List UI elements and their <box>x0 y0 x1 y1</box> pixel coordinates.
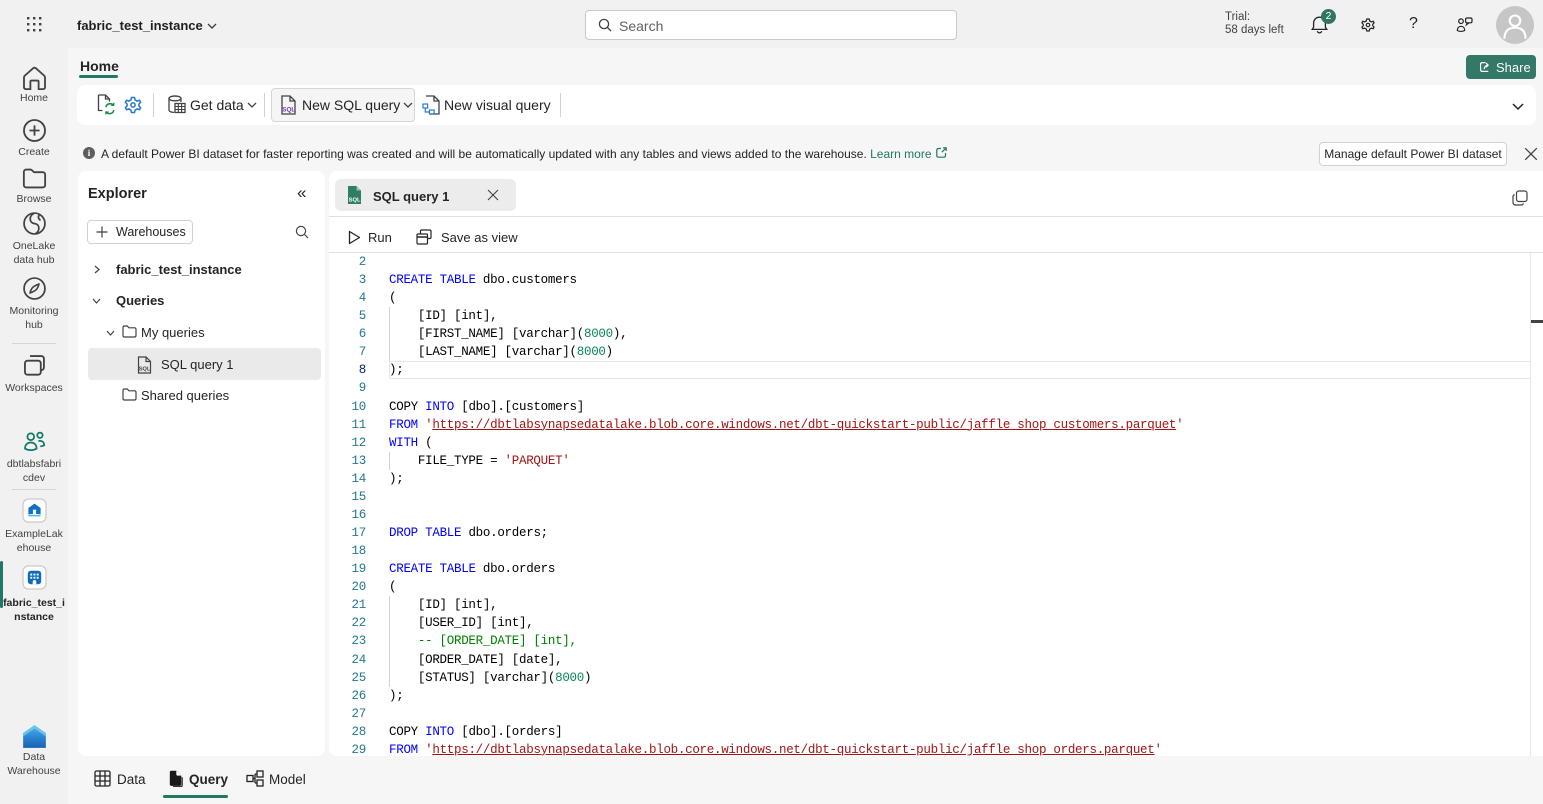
svg-text:SQL: SQL <box>282 106 295 113</box>
svg-text:SQL: SQL <box>139 367 151 373</box>
svg-text:SQL: SQL <box>349 197 361 203</box>
